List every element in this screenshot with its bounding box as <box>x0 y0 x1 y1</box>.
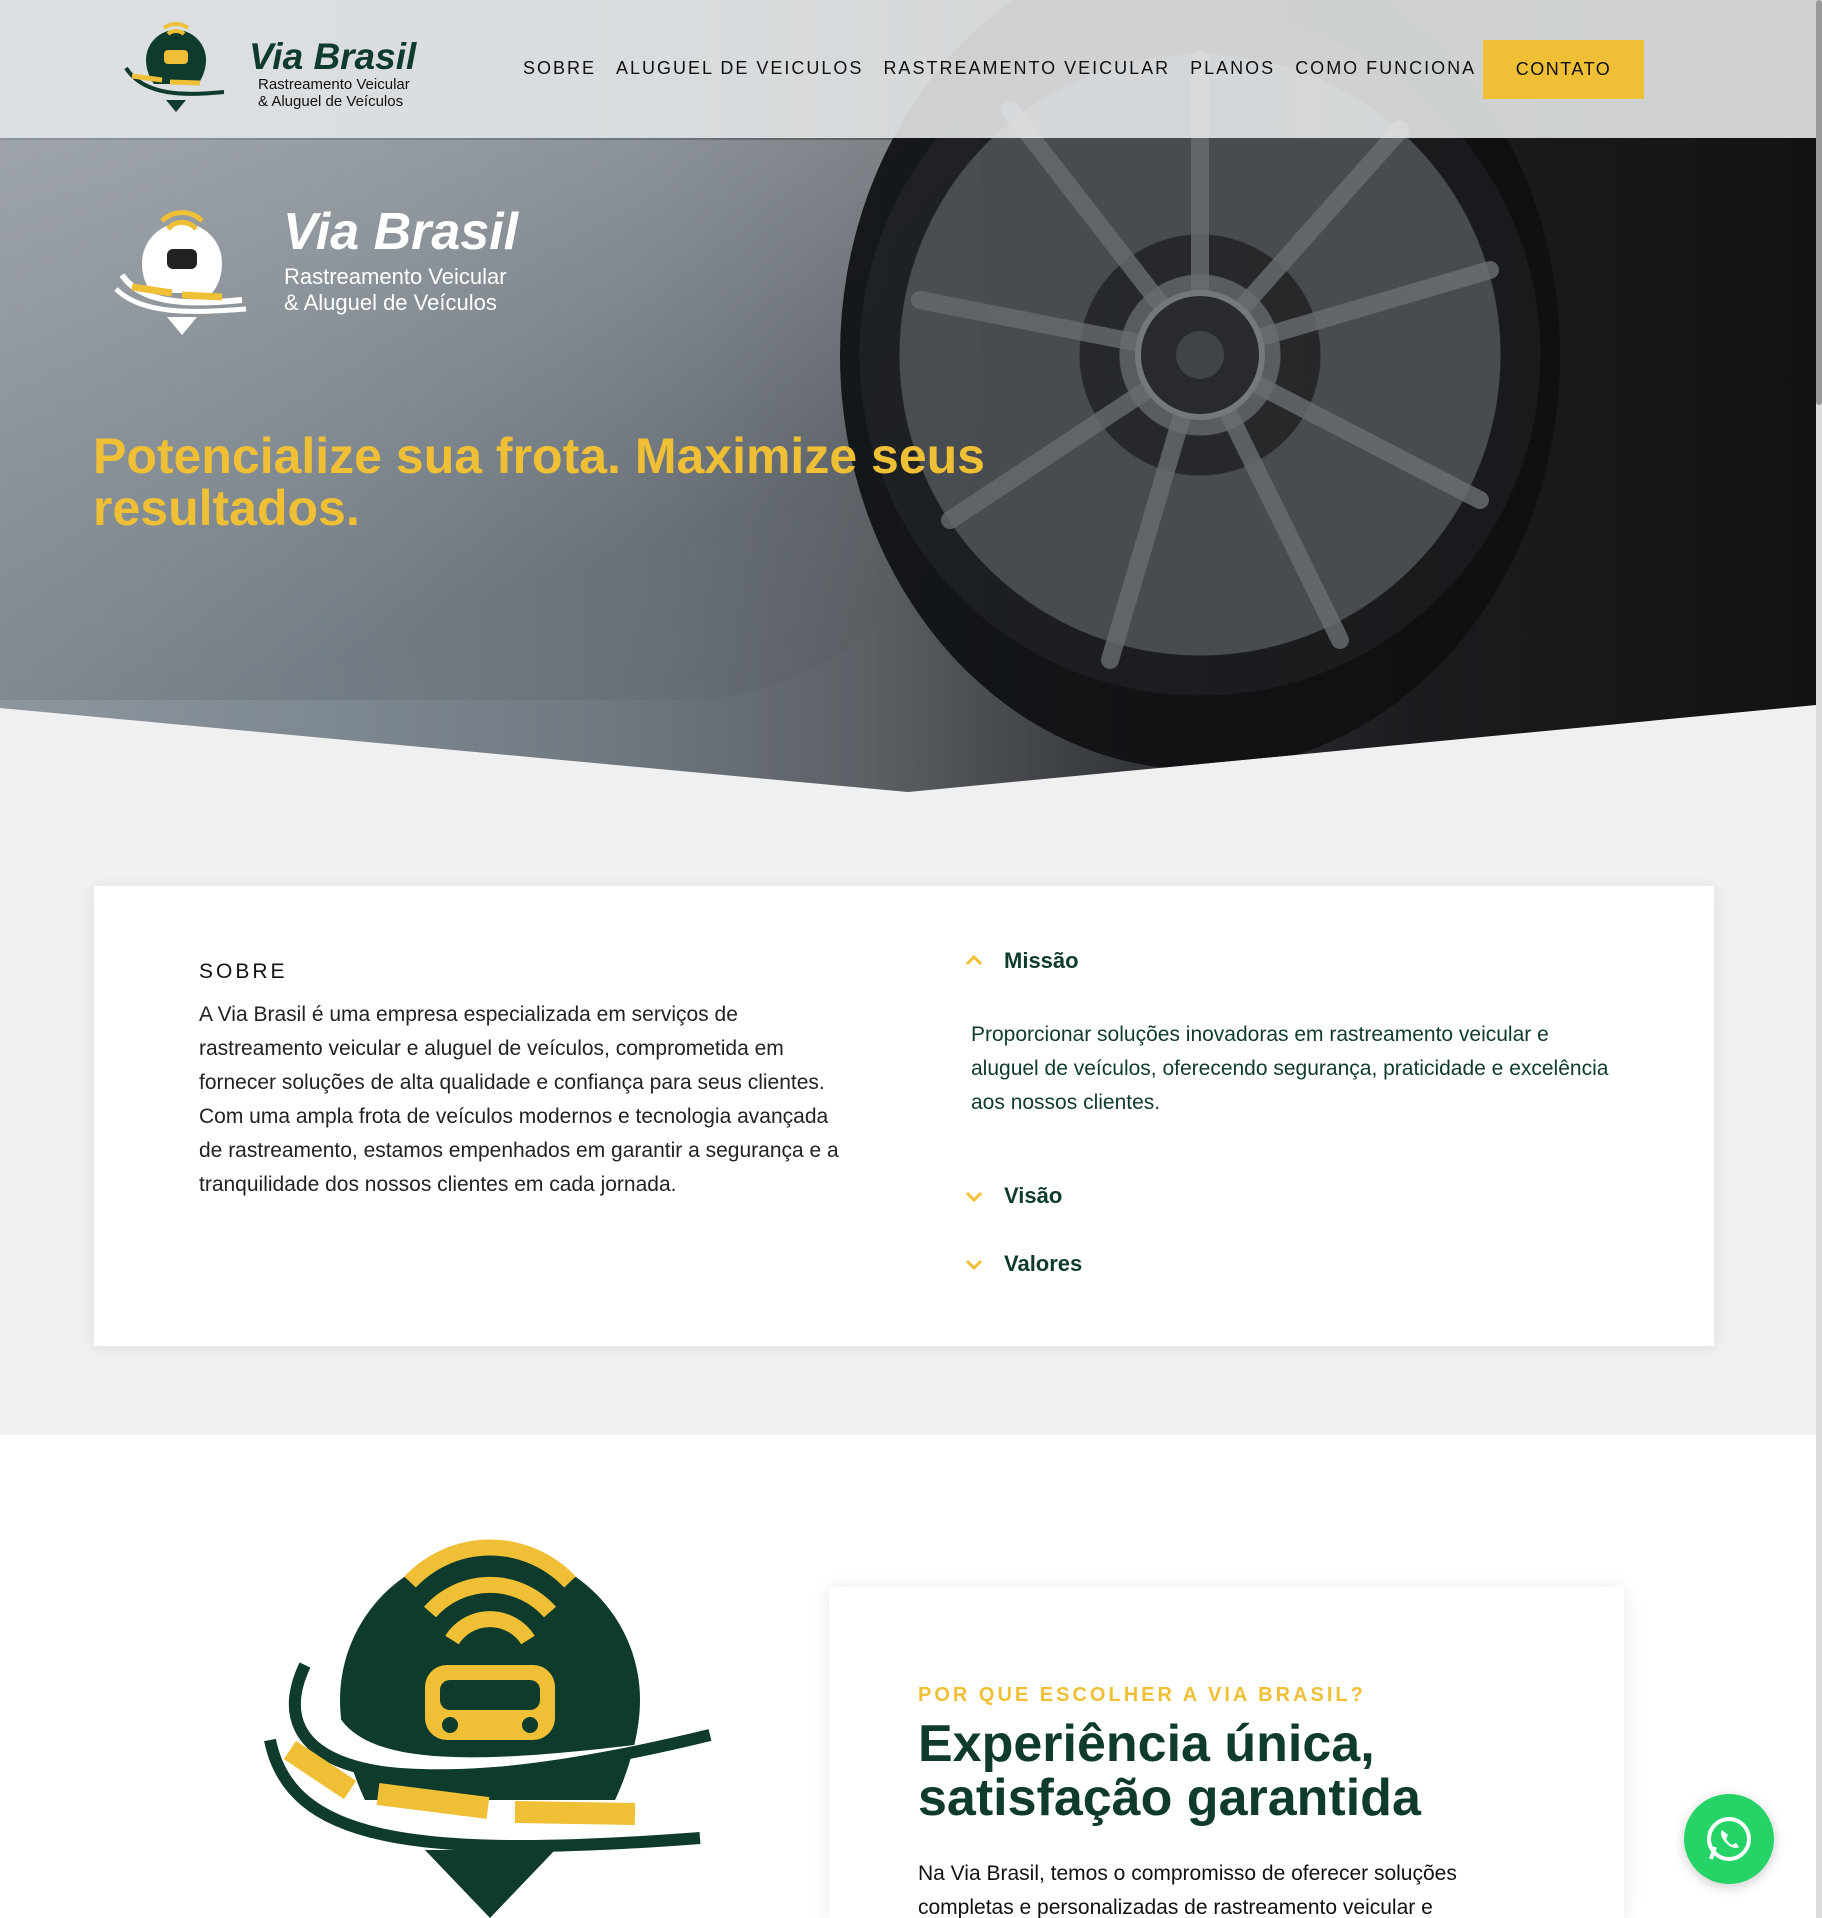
scrollbar-thumb[interactable] <box>1816 0 1822 405</box>
header-tagline-line1: Rastreamento Veicular <box>258 76 410 93</box>
main-nav: SOBRE ALUGUEL DE VEICULOS RASTREAMENTO V… <box>523 58 1476 79</box>
large-logo-icon <box>264 1539 712 1918</box>
accordion-title: Missão <box>1004 948 1079 973</box>
accordion-missao-body: Proporcionar soluções inovadoras em rast… <box>971 1023 1609 1114</box>
about-label: SOBRE <box>199 960 288 983</box>
accordion-valores[interactable]: Valores <box>964 1251 1082 1277</box>
nav-sobre[interactable]: SOBRE <box>523 58 596 79</box>
about-card: SOBRE A Via Brasil é uma empresa especia… <box>94 886 1714 1346</box>
hero-brand-name: Via Brasil <box>283 203 519 261</box>
why-text: Na Via Brasil, temos o compromisso de of… <box>918 1862 1457 1918</box>
accordion-missao[interactable]: Missão <box>964 948 1079 974</box>
hero-logo-icon <box>114 210 247 335</box>
accordion-visao[interactable]: Visão <box>964 1183 1062 1209</box>
chevron-up-icon <box>965 954 983 966</box>
hero-tagline-line2: & Aluguel de Veículos <box>284 290 497 315</box>
nav-rastreamento-veicular[interactable]: RASTREAMENTO VEICULAR <box>883 58 1170 79</box>
why-label: POR QUE ESCOLHER A VIA BRASIL? <box>918 1684 1366 1706</box>
whatsapp-button[interactable] <box>1684 1794 1774 1884</box>
nav-planos[interactable]: PLANOS <box>1190 58 1275 79</box>
nav-como-funciona[interactable]: COMO FUNCIONA <box>1295 58 1476 79</box>
header-brand-tagline: Rastreamento Veicular & Aluguel de Veícu… <box>258 76 410 110</box>
why-title: Experiência única, satisfação garantida <box>918 1715 1421 1827</box>
site-header: Via Brasil Rastreamento Veicular & Alugu… <box>0 0 1816 138</box>
contact-button[interactable]: CONTATO <box>1483 40 1644 99</box>
why-card: POR QUE ESCOLHER A VIA BRASIL? Experiênc… <box>829 1587 1624 1918</box>
about-text: A Via Brasil é uma empresa especializada… <box>199 1003 839 1196</box>
whatsapp-icon <box>1707 1817 1751 1861</box>
nav-aluguel-veiculos[interactable]: ALUGUEL DE VEICULOS <box>616 58 863 79</box>
hero-tagline-line1: Rastreamento Veicular <box>284 264 507 289</box>
chevron-down-icon <box>965 1191 983 1203</box>
header-tagline-line2: & Aluguel de Veículos <box>258 93 404 110</box>
chevron-down-icon <box>965 1259 983 1271</box>
accordion-title: Visão <box>1004 1183 1063 1208</box>
accordion-title: Valores <box>1004 1251 1083 1276</box>
hero-brand-tagline: Rastreamento Veicular & Aluguel de Veícu… <box>284 264 507 316</box>
hero-headline: Potencialize sua frota. Maximize seus re… <box>93 428 985 536</box>
header-brand-name: Via Brasil <box>249 36 417 77</box>
